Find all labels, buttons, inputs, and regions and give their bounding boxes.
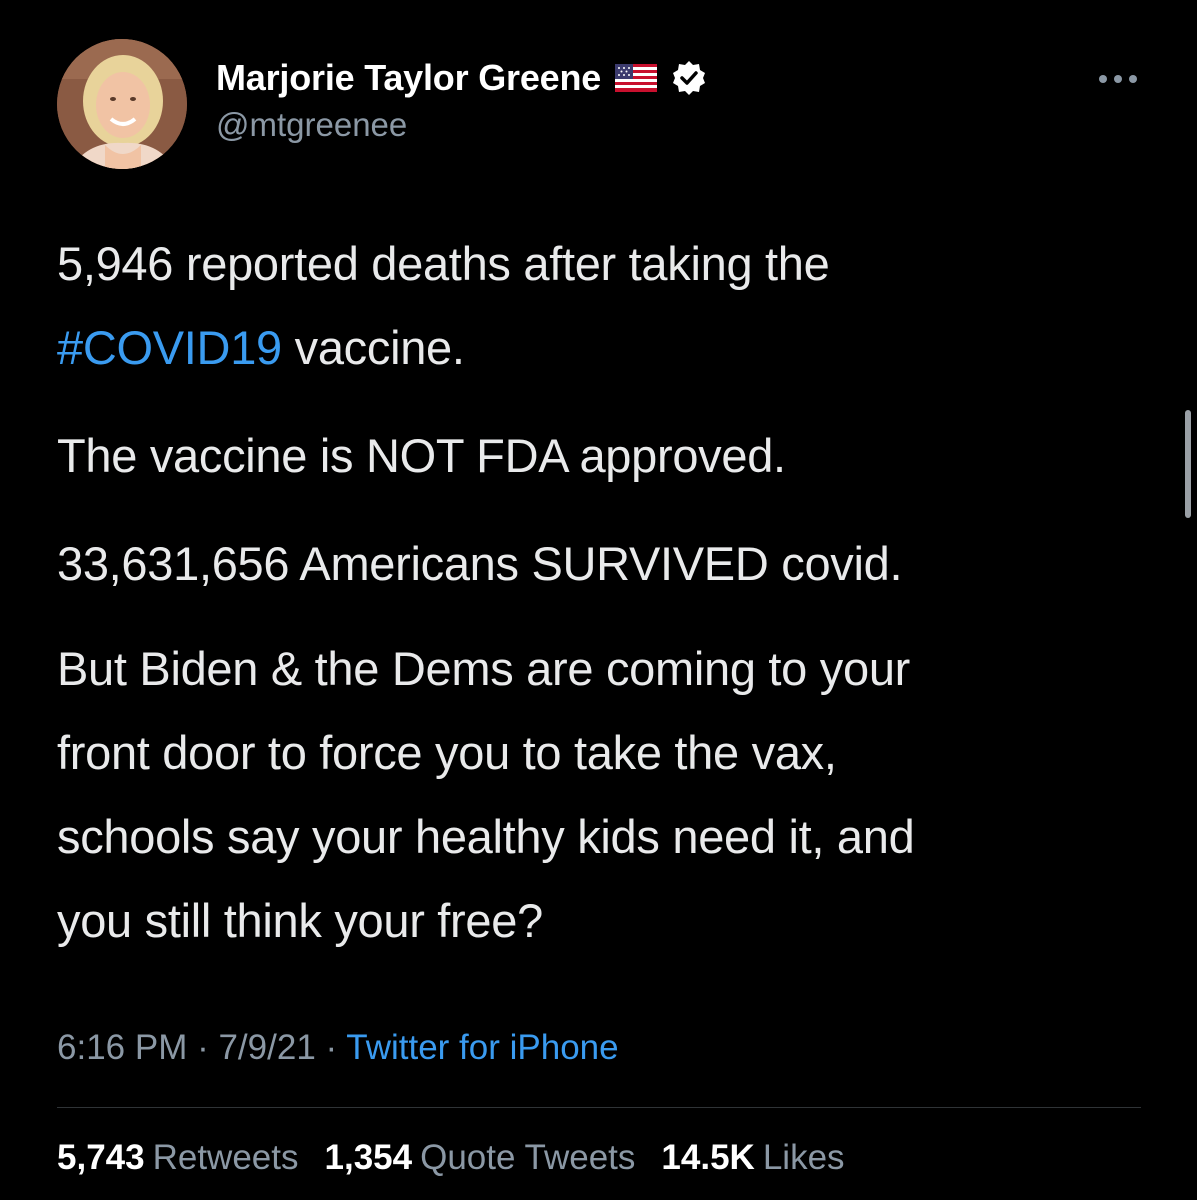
display-name[interactable]: Marjorie Taylor Greene [216,57,601,99]
tweet-text-line: schools say your healthy kids need it, a… [57,810,915,863]
likes-label: Likes [762,1138,845,1177]
tweet-source-link[interactable]: Twitter for iPhone [346,1028,618,1067]
scrollbar-thumb[interactable] [1185,410,1191,518]
tweet-meta: 6:16 PM · 7/9/21 · Twitter for iPhone [57,1028,619,1068]
tweet-text-line: #COVID19 vaccine. [57,306,829,390]
tweet-paragraph-1: 5,946 reported deaths after taking the #… [57,222,830,390]
divider [57,1107,1141,1108]
user-handle[interactable]: @mtgreenee [216,106,407,144]
tweet-text-line: 5,946 reported deaths after taking the [57,237,830,290]
quote-tweets-stat[interactable]: 1,354 Quote Tweets [325,1138,636,1177]
quote-tweets-count: 1,354 [324,1138,413,1177]
likes-stat[interactable]: 14.5K Likes [661,1138,844,1177]
meta-separator: · [315,1028,347,1067]
meta-separator: · [187,1028,219,1067]
display-name-row: Marjorie Taylor Greene [216,56,707,100]
avatar[interactable] [57,39,187,169]
us-flag-icon [615,64,658,92]
retweets-label: Retweets [152,1138,299,1177]
tweet-paragraph-2: The vaccine is NOT FDA approved. [57,414,786,498]
tweet-detail: Marjorie Taylor Greene @mtgreenee 5,946 … [0,0,1197,1200]
tweet-paragraph-4: But Biden & the Dems are coming to your … [57,627,915,963]
tweet-date[interactable]: 7/9/21 [218,1028,315,1067]
more-options-icon[interactable] [1098,72,1138,84]
tweet-text-line: front door to force you to take the vax, [57,726,837,779]
tweet-text-line: But Biden & the Dems are coming to your [57,642,911,695]
tweet-text-line: The vaccine is NOT FDA approved. [57,429,786,482]
tweet-text-line: 33,631,656 Americans SURVIVED covid. [57,537,903,590]
tweet-time[interactable]: 6:16 PM [57,1028,187,1067]
verified-icon [671,60,707,96]
likes-count: 14.5K [661,1138,755,1177]
tweet-stats: 5,743 Retweets 1,354 Quote Tweets 14.5K Likes [57,1138,871,1178]
hashtag-link[interactable]: #COVID19 [57,321,282,374]
retweets-count: 5,743 [57,1138,145,1177]
tweet-text-fragment: vaccine. [281,321,465,374]
tweet-paragraph-3: 33,631,656 Americans SURVIVED covid. [57,522,903,606]
retweets-stat[interactable]: 5,743 Retweets [57,1138,299,1177]
quote-tweets-label: Quote Tweets [420,1138,636,1177]
avatar-photo [57,39,187,169]
tweet-text-line: you still think your free? [57,894,543,947]
